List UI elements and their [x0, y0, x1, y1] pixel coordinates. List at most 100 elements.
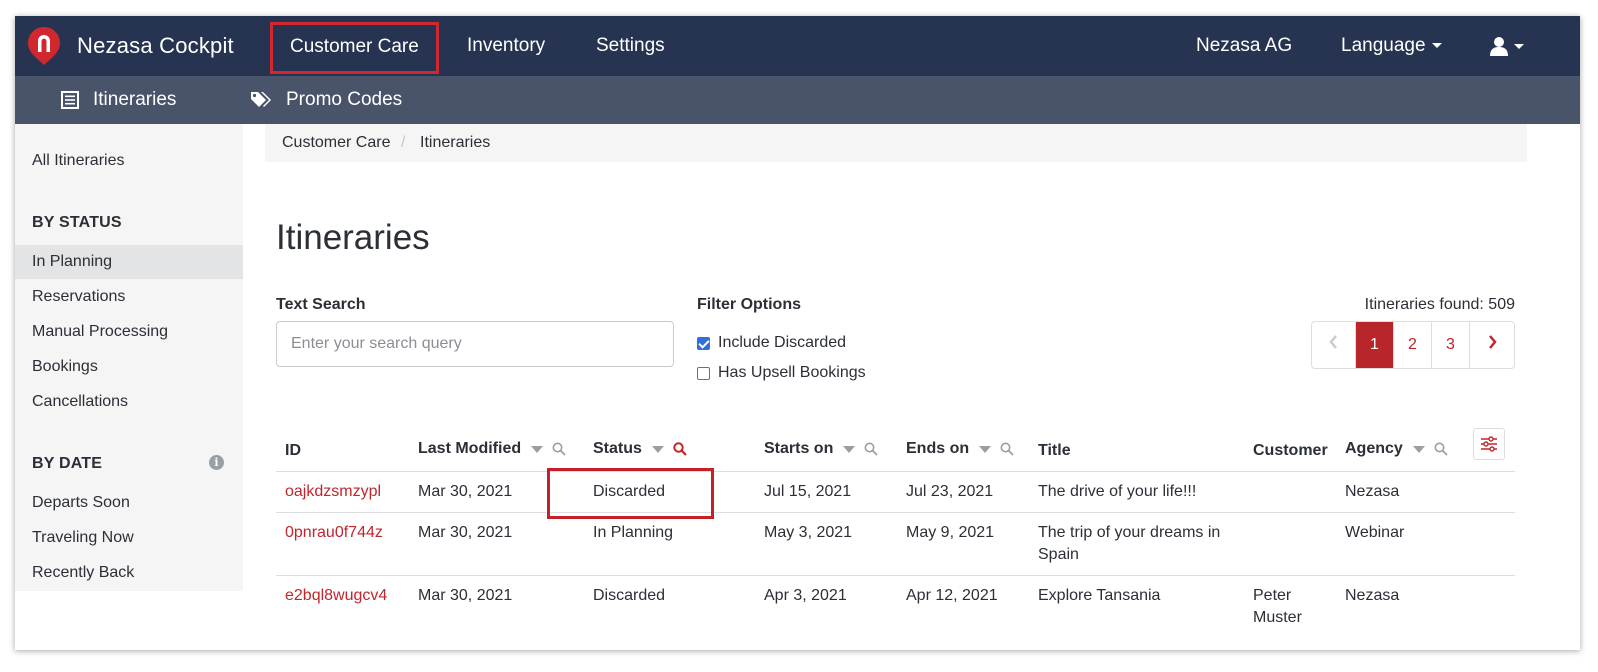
search-input[interactable] — [276, 321, 674, 367]
sidebar-item-reservations[interactable]: Reservations — [32, 288, 125, 306]
row-2-id[interactable]: 0pnrau0f744z — [285, 522, 383, 544]
pagination-page-1[interactable]: 1 — [1356, 322, 1394, 368]
subnav-promo-codes-label: Promo Codes — [286, 89, 403, 110]
app-name: Nezasa Cockpit — [77, 33, 234, 58]
row-1-starts-on: Jul 15, 2021 — [764, 483, 852, 500]
table-header-divider — [276, 471, 1515, 472]
nav-inventory[interactable]: Inventory — [467, 16, 545, 76]
subnav-itineraries-label: Itineraries — [93, 89, 177, 110]
sidebar-item-bookings[interactable]: Bookings — [32, 358, 98, 376]
column-title-label: Title — [1038, 442, 1071, 459]
row-1-ends-on: Jul 23, 2021 — [906, 483, 994, 500]
search-icon-active[interactable] — [673, 442, 687, 456]
nav-customer-care[interactable]: Customer Care — [270, 22, 439, 74]
include-discarded-checkbox[interactable] — [697, 336, 710, 350]
results-count: Itineraries found: 509 — [1364, 296, 1515, 313]
sort-caret-icon[interactable] — [651, 445, 664, 453]
row-3-id[interactable]: e2bql8wugcv4 — [285, 585, 387, 607]
user-menu[interactable] — [1490, 16, 1524, 76]
column-header-id: ID — [285, 442, 301, 460]
app-window: Nezasa Cockpit Customer Care Inventory S… — [15, 16, 1580, 650]
row-3-status: Discarded — [593, 587, 666, 604]
nezasa-logo-icon — [28, 27, 60, 65]
sort-caret-icon[interactable] — [843, 445, 856, 453]
filter-include-discarded[interactable]: Include Discarded — [697, 334, 846, 352]
sidebar-item-departs-soon[interactable]: Departs Soon — [32, 494, 130, 512]
column-ends-on-label: Ends on — [906, 440, 970, 457]
pagination-page-3[interactable]: 3 — [1432, 322, 1470, 368]
sidebar-item-traveling-now[interactable]: Traveling Now — [32, 529, 134, 547]
company-name[interactable]: Nezasa AG — [1196, 16, 1292, 76]
column-agency-label: Agency — [1345, 440, 1403, 457]
user-icon — [1490, 37, 1508, 56]
row-3-starts-on: Apr 3, 2021 — [764, 587, 847, 604]
row-2-starts-on: May 3, 2021 — [764, 524, 853, 541]
page-title: Itineraries — [276, 218, 430, 257]
sidebar-item-all-itineraries[interactable]: All Itineraries — [32, 152, 124, 170]
sidebar-item-in-planning[interactable]: In Planning — [32, 253, 112, 271]
nav-settings[interactable]: Settings — [596, 16, 665, 76]
column-header-agency: Agency — [1345, 440, 1448, 458]
pagination-next-button[interactable] — [1470, 322, 1514, 368]
row-3-ends-on: Apr 12, 2021 — [906, 587, 998, 604]
row-divider — [276, 575, 1515, 576]
sidebar-heading-by-status: BY STATUS — [32, 214, 122, 231]
column-customer-label: Customer — [1253, 442, 1328, 459]
row-2-last-modified: Mar 30, 2021 — [418, 524, 513, 541]
sidebar-heading-by-date: BY DATE — [32, 455, 103, 472]
top-navbar: Nezasa Cockpit Customer Care Inventory S… — [15, 16, 1580, 76]
row-2-title-line-1: The trip of your dreams in — [1038, 524, 1221, 541]
brand[interactable]: Nezasa Cockpit — [27, 16, 234, 76]
status-highlight-box — [547, 468, 714, 519]
column-last-modified-label: Last Modified — [418, 440, 522, 457]
row-1-id[interactable]: oajkdzsmzypl — [285, 481, 381, 503]
subnav-itineraries[interactable]: Itineraries — [61, 76, 176, 124]
row-1-title: The drive of your life!!! — [1038, 483, 1197, 500]
column-status-label: Status — [593, 440, 642, 457]
language-dropdown[interactable]: Language — [1341, 16, 1442, 76]
row-3-customer-line-2: Muster — [1253, 609, 1302, 626]
row-3-title: Explore Tansania — [1038, 587, 1161, 604]
column-header-customer: Customer — [1253, 442, 1328, 460]
text-search-label: Text Search — [276, 296, 366, 313]
column-starts-on-label: Starts on — [764, 440, 834, 457]
row-2-status: In Planning — [593, 524, 674, 541]
info-icon[interactable]: i — [209, 455, 224, 470]
has-upsell-bookings-checkbox[interactable] — [697, 366, 710, 380]
column-header-status: Status — [593, 440, 687, 458]
row-2-agency: Webinar — [1345, 524, 1405, 541]
sidebar-item-manual-processing[interactable]: Manual Processing — [32, 323, 168, 341]
breadcrumb-itineraries: Itineraries — [420, 134, 491, 151]
row-3-agency: Nezasa — [1345, 587, 1400, 604]
pagination-page-2[interactable]: 2 — [1394, 322, 1432, 368]
sort-caret-icon[interactable] — [1412, 445, 1425, 453]
search-icon[interactable] — [552, 442, 566, 456]
pagination-prev-button[interactable] — [1312, 322, 1356, 368]
sidebar-item-cancellations[interactable]: Cancellations — [32, 393, 128, 411]
row-2-title-line-2: Spain — [1038, 546, 1079, 563]
search-icon[interactable] — [1000, 442, 1014, 456]
sliders-icon — [1481, 436, 1497, 452]
filter-options-label: Filter Options — [697, 296, 801, 313]
subnav-promo-codes[interactable]: Promo Codes — [250, 76, 402, 124]
list-icon — [61, 91, 79, 109]
chevron-down-icon — [1431, 43, 1442, 49]
row-3-customer-line-1: Peter — [1253, 587, 1292, 604]
column-header-title: Title — [1038, 442, 1071, 460]
search-icon[interactable] — [1434, 442, 1448, 456]
sidebar: All Itineraries BY STATUS In Planning Re… — [15, 124, 243, 591]
filter-has-upsell-bookings[interactable]: Has Upsell Bookings — [697, 364, 866, 382]
breadcrumb-separator: / — [401, 134, 406, 151]
row-1-last-modified: Mar 30, 2021 — [418, 483, 513, 500]
chevron-right-icon — [1488, 335, 1497, 349]
column-header-last-modified: Last Modified — [418, 440, 566, 458]
sort-caret-icon[interactable] — [979, 445, 992, 453]
column-settings-button[interactable] — [1473, 428, 1505, 460]
column-header-ends-on: Ends on — [906, 440, 1014, 458]
has-upsell-bookings-label: Has Upsell Bookings — [718, 364, 866, 381]
search-icon[interactable] — [864, 442, 878, 456]
column-id-label: ID — [285, 442, 301, 459]
breadcrumb-customer-care[interactable]: Customer Care — [282, 124, 390, 162]
sort-caret-icon[interactable] — [531, 445, 544, 453]
sidebar-item-recently-back[interactable]: Recently Back — [32, 564, 134, 582]
